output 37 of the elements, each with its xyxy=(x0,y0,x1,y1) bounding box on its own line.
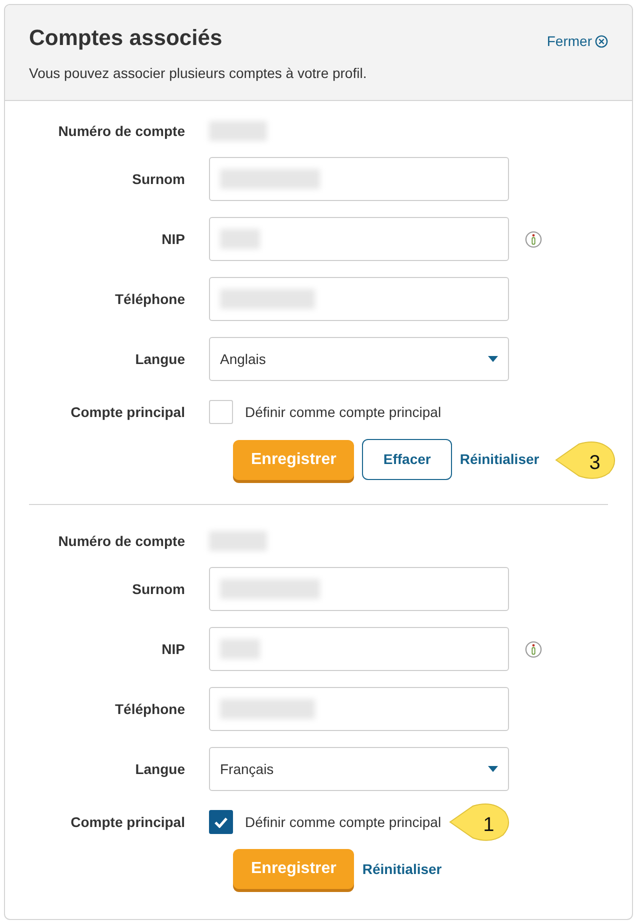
field-label: Surnom xyxy=(131,580,186,598)
field-label: Compte principal xyxy=(70,812,186,832)
field-label: Numéro de compte xyxy=(57,532,186,551)
input-field[interactable] xyxy=(209,217,509,261)
caret-icon xyxy=(488,766,498,772)
input-field[interactable] xyxy=(209,567,509,611)
field-label: Téléphone xyxy=(114,700,186,719)
field-label: Langue xyxy=(134,350,186,369)
caret-icon xyxy=(488,356,498,362)
field-label: NIP xyxy=(160,230,186,248)
field-label: Numéro de compte xyxy=(57,122,186,141)
input-field[interactable] xyxy=(209,627,509,671)
callout-number: 1 xyxy=(483,813,494,838)
field-label: Surnom xyxy=(131,170,186,188)
field-label: Langue xyxy=(134,760,186,779)
dialog-subtitle: Vous pouvez associer plusieurs comptes à votre profil. xyxy=(29,64,367,84)
language-select[interactable]: Français xyxy=(209,747,509,791)
reset-link[interactable]: Réinitialiser xyxy=(460,449,540,470)
info-icon[interactable] xyxy=(525,640,542,658)
callout-number: 3 xyxy=(589,450,600,476)
close-link[interactable]: Fermer xyxy=(546,31,608,52)
checkmark-icon xyxy=(214,816,228,828)
input-field[interactable] xyxy=(209,687,509,731)
field-label: Téléphone xyxy=(114,290,186,309)
reset-link[interactable]: Réinitialiser xyxy=(362,858,442,880)
checkbox-label: Définir comme compte principal xyxy=(244,402,442,422)
checkbox[interactable] xyxy=(209,810,233,834)
language-select[interactable]: Anglais xyxy=(209,337,509,381)
close-icon xyxy=(595,35,608,48)
dialog-title: Comptes associés xyxy=(29,25,224,52)
info-icon[interactable] xyxy=(525,230,542,248)
checkbox-label: Définir comme compte principal xyxy=(244,812,442,832)
field-label: NIP xyxy=(160,640,186,658)
field-label: Compte principal xyxy=(70,402,186,422)
input-field[interactable] xyxy=(209,157,509,201)
clear-button[interactable]: Effacer xyxy=(362,439,452,480)
input-field[interactable] xyxy=(209,277,509,321)
